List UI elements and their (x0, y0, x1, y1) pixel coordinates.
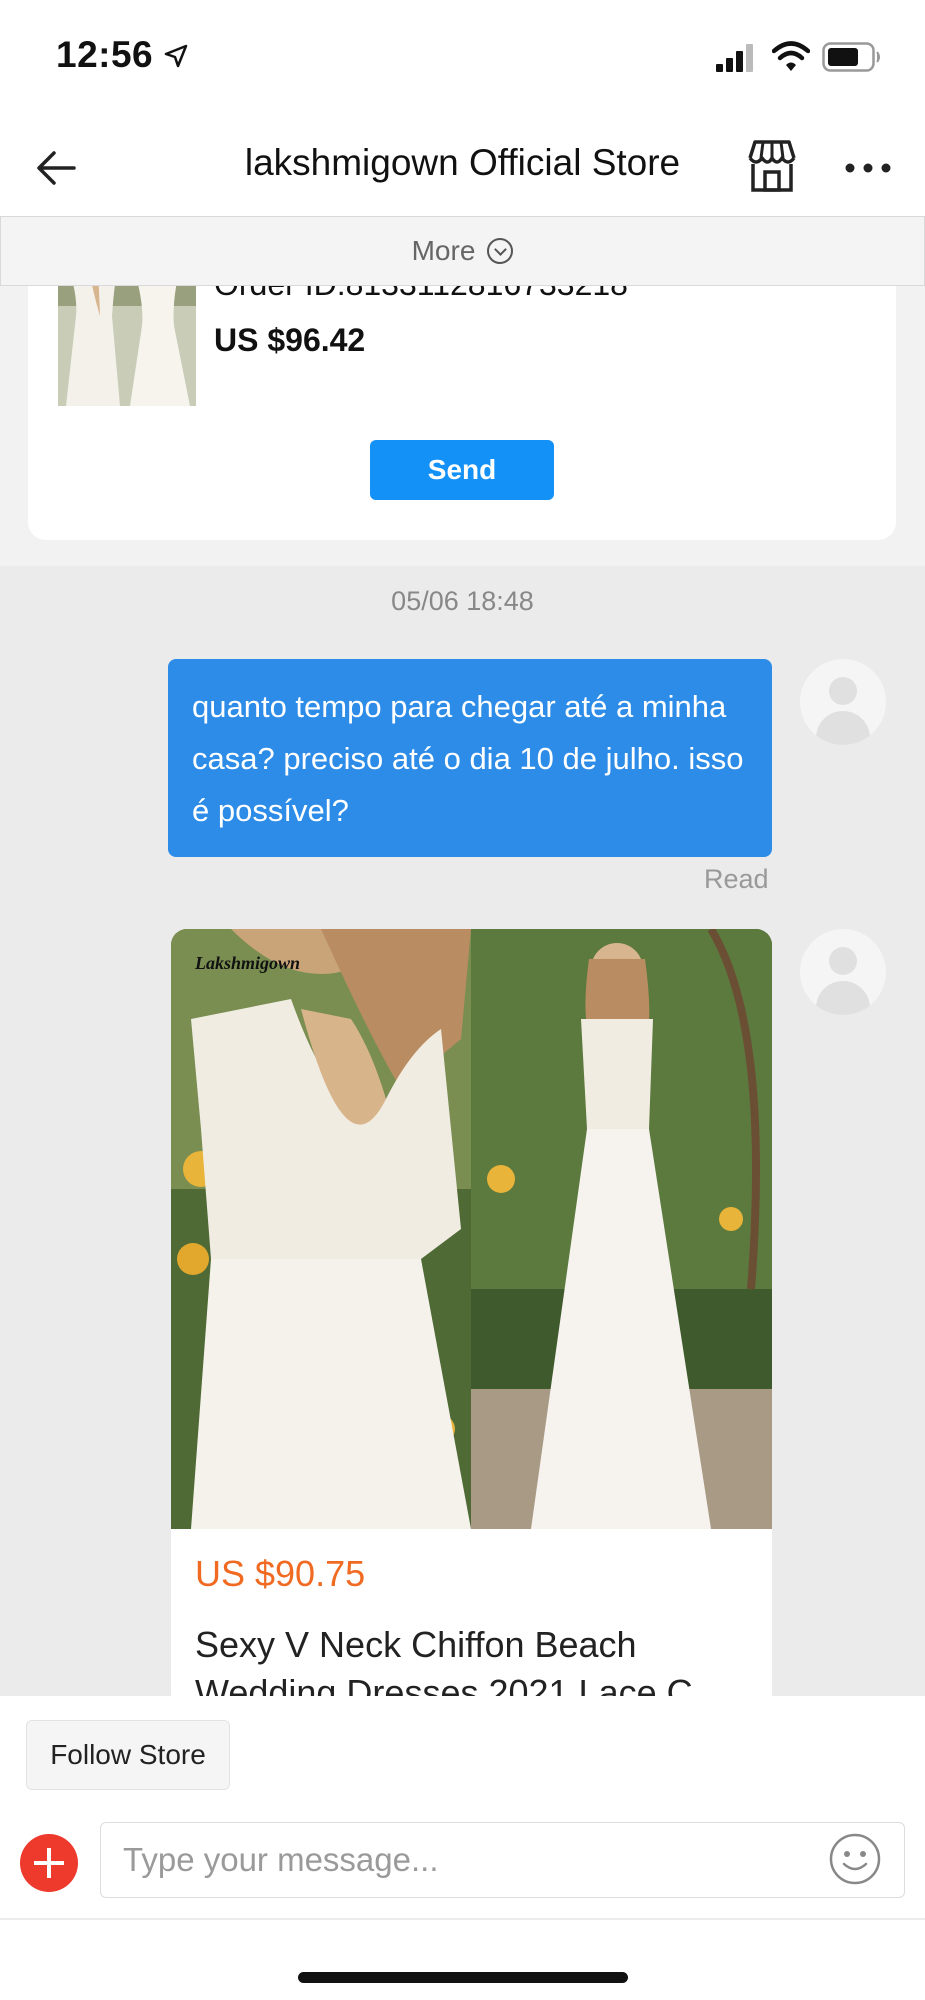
product-image[interactable]: Lakshmigown (171, 929, 772, 1529)
user-avatar-icon (800, 929, 886, 1015)
home-indicator[interactable] (298, 1972, 628, 1983)
more-dots-icon[interactable] (840, 148, 896, 188)
battery-icon (822, 42, 880, 72)
order-price: US $96.42 (214, 322, 366, 358)
signal-icon (716, 44, 753, 72)
product-card[interactable]: Lakshmigown US $90.75 Sexy V Neck Chiffo… (171, 929, 772, 1696)
input-area: Follow Store (0, 1696, 925, 2000)
plus-icon[interactable] (20, 1834, 78, 1892)
watermark-text: Lakshmigown (194, 953, 300, 973)
message-input[interactable] (100, 1822, 905, 1898)
order-card: Order ID:8133112816733218 US $96.42 Send (28, 286, 896, 540)
more-bar[interactable]: More (0, 216, 925, 286)
chat-header: lakshmigown Official Store (0, 118, 925, 216)
chat-area[interactable]: Order ID:8133112816733218 US $96.42 Send… (0, 286, 925, 1696)
location-arrow-icon (164, 44, 188, 68)
order-id: Order ID:8133112816733218 (214, 286, 628, 303)
product-name: Sexy V Neck Chiffon Beach Wedding Dresse… (195, 1624, 693, 1696)
follow-store-button[interactable]: Follow Store (26, 1720, 230, 1790)
product-price: US $90.75 (195, 1553, 366, 1594)
chevron-down-circle-icon (487, 238, 514, 264)
emoji-icon[interactable] (828, 1832, 882, 1886)
message-timestamp: 05/06 18:48 (391, 586, 534, 616)
read-status: Read (704, 864, 769, 894)
status-time: 12:56 (56, 34, 154, 75)
order-section: Order ID:8133112816733218 US $96.42 Send (0, 286, 925, 566)
divider (0, 1918, 925, 1920)
order-product-thumbnail[interactable] (58, 286, 196, 406)
more-label: More (411, 235, 476, 266)
store-icon[interactable] (742, 136, 802, 196)
send-order-button[interactable]: Send (370, 440, 554, 500)
wifi-icon (772, 41, 810, 71)
user-avatar-icon (800, 659, 886, 745)
status-bar: 12:56 (0, 0, 925, 118)
outgoing-message-bubble[interactable]: quanto tempo para chegar até a minha cas… (168, 659, 772, 857)
